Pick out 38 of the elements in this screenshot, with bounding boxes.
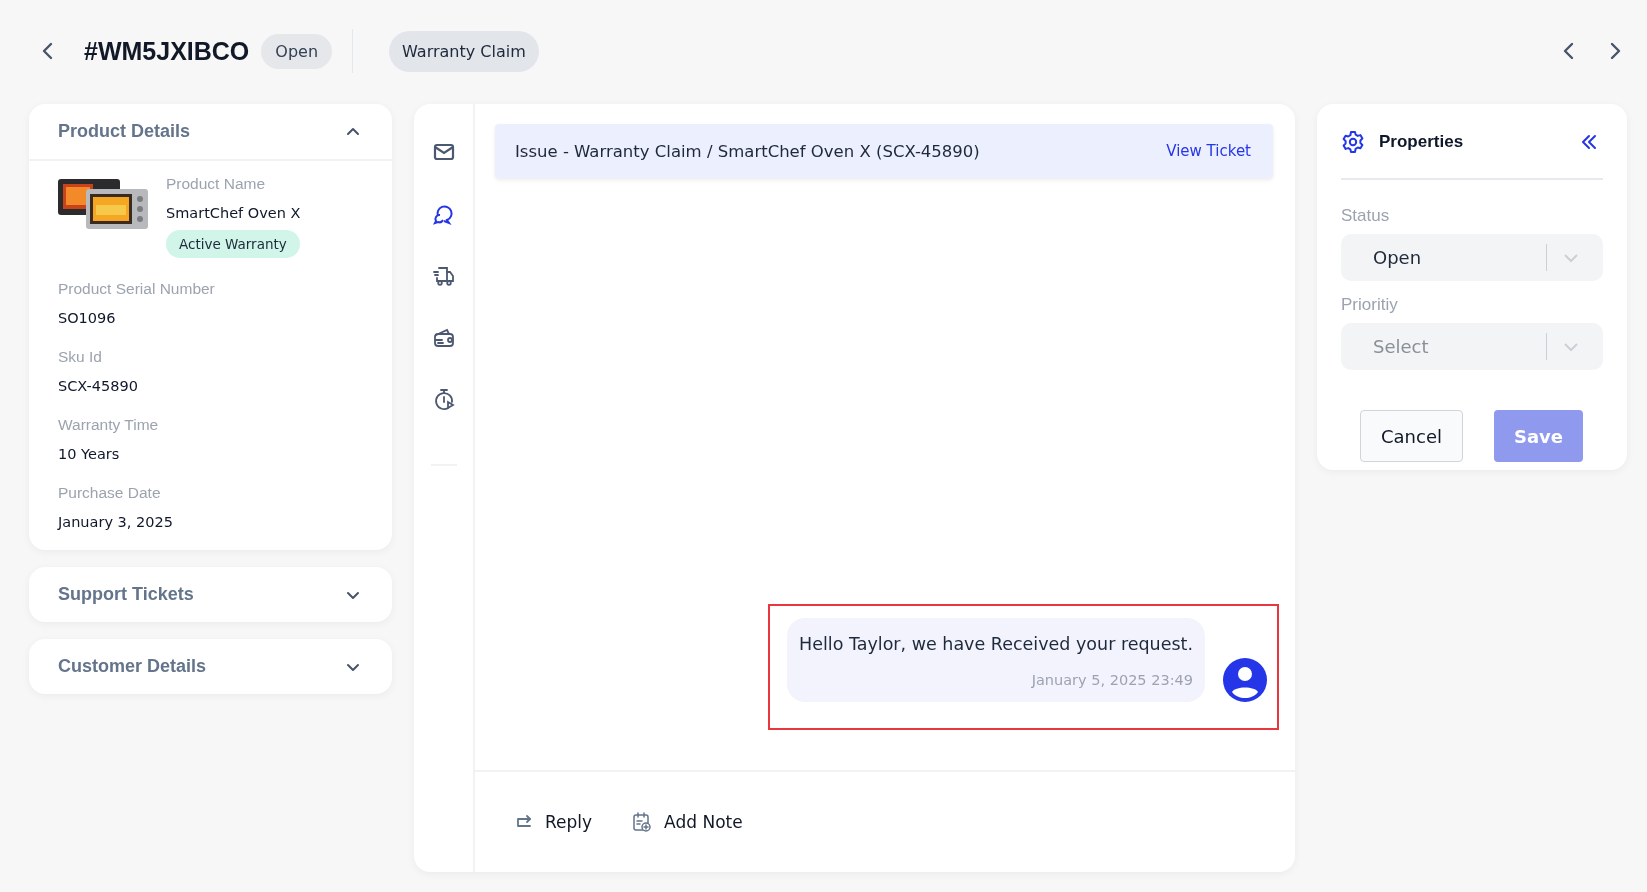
channel-tab[interactable] [431, 326, 456, 350]
panel-title[interactable]: Customer Details [58, 656, 207, 677]
field-value: SO1096 [58, 310, 117, 326]
settings-icon [1341, 130, 1365, 154]
collapse-icon[interactable] [1581, 134, 1597, 150]
field-value: 10 Years [58, 446, 121, 462]
field-label: Prioritiy [1341, 295, 1399, 315]
field-value: SmartChef Oven X [166, 205, 301, 221]
channel-tab[interactable] [431, 264, 456, 288]
subject-text: Issue - Warranty Claim / SmartChef Oven X (SCX-45890) [515, 141, 980, 161]
warranty-badge: Active Warranty [166, 230, 300, 258]
field-label: Product Serial Number [58, 280, 216, 298]
select-field[interactable]: Open [1341, 234, 1603, 281]
message-time: January 5, 2025 23:49 [1030, 672, 1193, 688]
field-label: Product Name [166, 175, 267, 193]
panel-title[interactable]: Product Details [58, 121, 191, 142]
field-label: Warranty Time [58, 416, 160, 434]
chevron-down-icon [1563, 252, 1579, 263]
ticket-id: #WM5JXIBCO [84, 36, 250, 66]
field-label: Purchase Date [58, 484, 162, 502]
chevron-down-icon [1563, 341, 1579, 352]
wallet-icon [431, 326, 456, 350]
status-badge: Open [261, 33, 333, 69]
reply-button[interactable]: Reply [515, 812, 593, 832]
category-tag: Warranty Claim [389, 30, 539, 72]
cancel-button[interactable]: Cancel [1360, 410, 1463, 462]
field-label: Sku Id [58, 348, 103, 366]
field-label: Status [1341, 206, 1391, 226]
field-value: January 3, 2025 [58, 514, 174, 530]
avatar-icon [1223, 658, 1267, 702]
panel-title[interactable]: Support Tickets [58, 584, 194, 605]
panel-title: Properties [1379, 132, 1464, 152]
calendar-add-icon [632, 812, 653, 832]
field-value: SCX-45890 [58, 378, 139, 394]
message-text: Hello Taylor, we have Received your request. [799, 634, 1193, 654]
add-note-button[interactable]: Add Note [632, 812, 743, 832]
view-ticket-link[interactable]: View Ticket [1166, 142, 1251, 160]
truck-icon [431, 264, 456, 288]
